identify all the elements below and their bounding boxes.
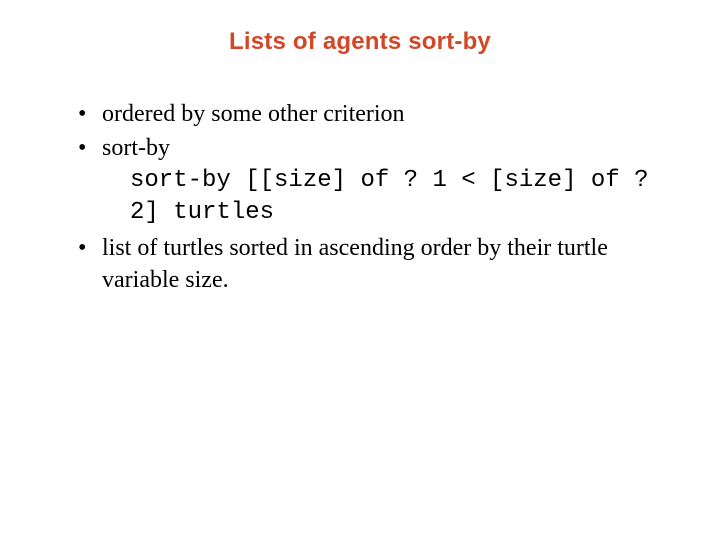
list-item: sort-by sort-by [[size] of ? 1 < [size] … <box>78 132 670 229</box>
list-item: ordered by some other criterion <box>78 98 670 130</box>
slide-title: Lists of agents sort-by <box>50 28 670 56</box>
list-item: list of turtles sorted in ascending orde… <box>78 232 670 297</box>
bullet-text: sort-by <box>102 135 170 161</box>
code-block: sort-by [[size] of ? 1 < [size] of ? 2] … <box>102 165 670 230</box>
bullet-text: list of turtles sorted in ascending orde… <box>102 235 608 293</box>
bullet-text: ordered by some other criterion <box>102 101 405 127</box>
bullet-list: ordered by some other criterion sort-by … <box>50 98 670 296</box>
